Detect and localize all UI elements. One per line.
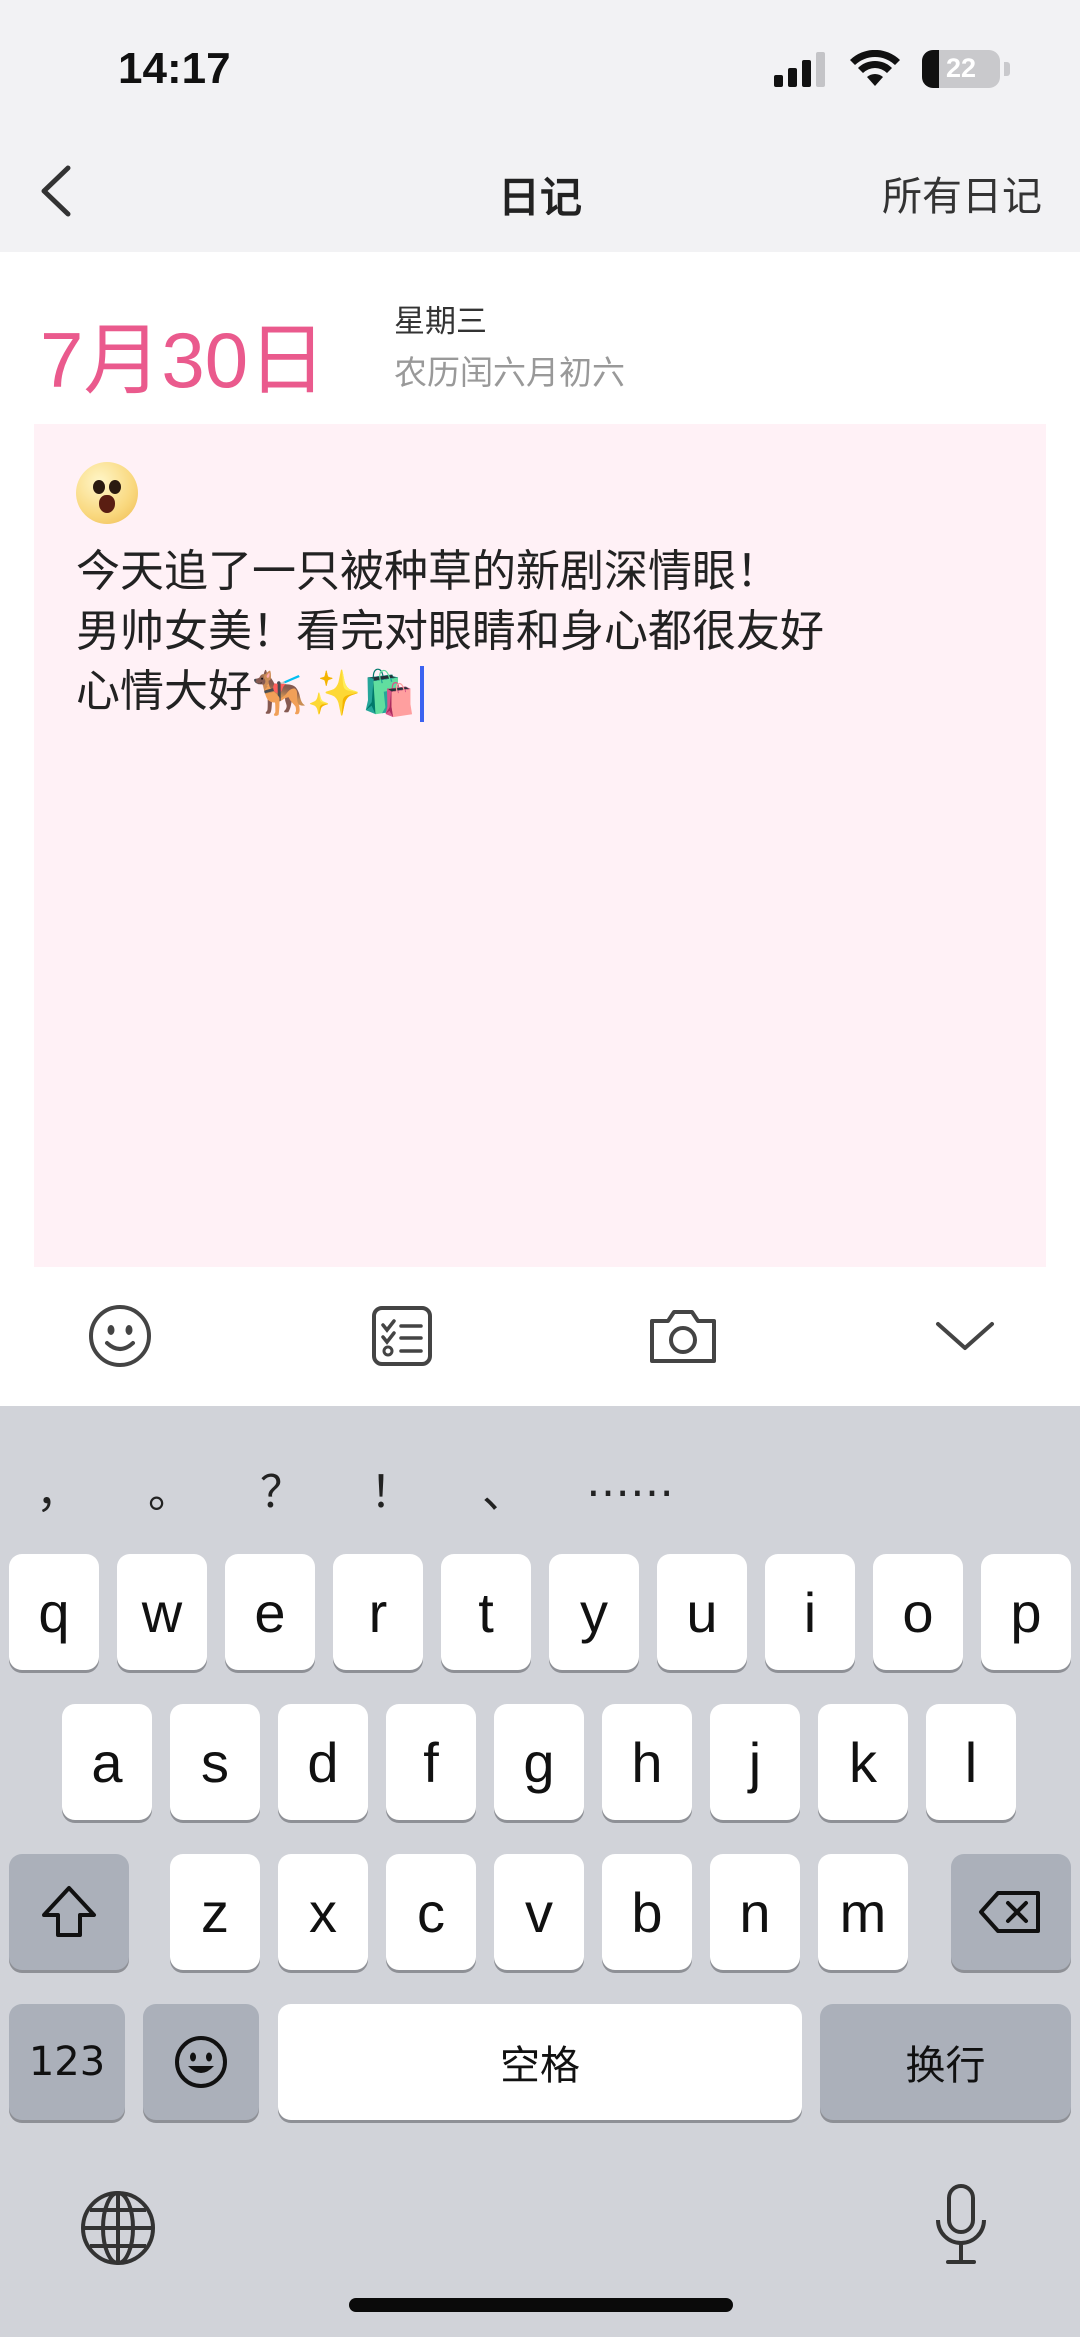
battery-cap [1004, 62, 1010, 76]
globe-button[interactable] [78, 2188, 158, 2268]
key-i[interactable]: i [765, 1554, 855, 1670]
cellular-signal-icon [774, 52, 825, 87]
checklist-button[interactable] [362, 1296, 442, 1376]
punctuation-bar: ， 。 ？ ！ 、 …… [0, 1456, 1080, 1536]
editor-toolbar [0, 1268, 1080, 1406]
keyboard: ， 。 ？ ！ 、 …… q w e r t y u i o p a s d f… [0, 1406, 1080, 2337]
key-n[interactable]: n [710, 1854, 800, 1970]
backspace-icon [979, 1891, 1040, 1933]
punct-comma[interactable]: ， [36, 1456, 80, 1520]
key-v[interactable]: v [494, 1854, 584, 1970]
key-h[interactable]: h [602, 1704, 692, 1820]
punct-question[interactable]: ？ [260, 1456, 304, 1520]
status-icons: 22 [772, 50, 1010, 88]
entry-text[interactable]: 今天追了一只被种草的新剧深情眼！ 男帅女美！看完对眼睛和身心都很友好 心情大好🐕… [76, 542, 1016, 724]
space-key[interactable]: 空格 [278, 2004, 802, 2120]
microphone-icon [936, 2184, 986, 2264]
top-bar: 14:17 22 日记 所有日记 [0, 0, 1080, 252]
mood-surprised-icon[interactable] [76, 462, 138, 524]
diary-entry-editor[interactable]: 今天追了一只被种草的新剧深情眼！ 男帅女美！看完对眼睛和身心都很友好 心情大好🐕… [34, 424, 1046, 1267]
collapse-keyboard-button[interactable] [925, 1296, 1005, 1376]
key-c[interactable]: c [386, 1854, 476, 1970]
key-p[interactable]: p [981, 1554, 1071, 1670]
guide-dog-emoji: 🐕‍🦺 [252, 668, 307, 719]
key-z[interactable]: z [170, 1854, 260, 1970]
key-k[interactable]: k [818, 1704, 908, 1820]
key-d[interactable]: d [278, 1704, 368, 1820]
key-q[interactable]: q [9, 1554, 99, 1670]
key-f[interactable]: f [386, 1704, 476, 1820]
emoji-keyboard-key[interactable] [143, 2004, 259, 2120]
key-t[interactable]: t [441, 1554, 531, 1670]
emoji-icon [89, 1305, 151, 1367]
camera-icon [650, 1310, 716, 1363]
delete-key[interactable] [951, 1854, 1071, 1970]
all-diaries-button[interactable]: 所有日记 [882, 164, 1042, 222]
key-u[interactable]: u [657, 1554, 747, 1670]
numbers-key[interactable]: 123 [9, 2004, 125, 2120]
key-m[interactable]: m [818, 1854, 908, 1970]
entry-line-2: 男帅女美！看完对眼睛和身心都很友好 [76, 606, 824, 657]
emoji-keyboard-icon [175, 2036, 227, 2088]
key-l[interactable]: l [926, 1704, 1016, 1820]
shift-key[interactable] [9, 1854, 129, 1970]
wifi-icon [850, 50, 900, 86]
punct-exclamation[interactable]: ！ [370, 1456, 414, 1520]
key-b[interactable]: b [602, 1854, 692, 1970]
entry-date[interactable]: 7月30日 [40, 298, 326, 410]
dictation-button[interactable] [930, 2182, 992, 2268]
key-w[interactable]: w [117, 1554, 207, 1670]
battery-icon: 22 [922, 50, 1000, 88]
camera-button[interactable] [643, 1296, 723, 1376]
key-s[interactable]: s [170, 1704, 260, 1820]
key-a[interactable]: a [62, 1704, 152, 1820]
checklist-icon [372, 1306, 432, 1366]
key-j[interactable]: j [710, 1704, 800, 1820]
chevron-down-icon [936, 1322, 994, 1350]
lunar-date-label: 农历闰六月初六 [394, 353, 625, 392]
punct-period[interactable]: 。 [148, 1456, 192, 1520]
entry-line-3-text: 心情大好 [76, 666, 252, 717]
sparkles-emoji: ✨ [306, 668, 362, 719]
entry-line-3: 心情大好🐕‍🦺✨🛍️ [76, 662, 1016, 724]
text-cursor [420, 666, 425, 722]
return-key[interactable]: 换行 [820, 2004, 1071, 2120]
entry-line-1: 今天追了一只被种草的新剧深情眼！ [76, 546, 780, 597]
battery-level: 22 [945, 53, 977, 83]
emoji-button[interactable] [80, 1296, 160, 1376]
weekday-label: 星期三 [394, 304, 487, 340]
globe-icon [81, 2191, 155, 2265]
status-time: 14:17 [118, 44, 231, 93]
key-r[interactable]: r [333, 1554, 423, 1670]
punct-enumeration-comma[interactable]: 、 [482, 1456, 526, 1520]
home-indicator[interactable] [349, 2298, 733, 2312]
shopping-bags-emoji: 🛍️ [361, 668, 417, 719]
key-e[interactable]: e [225, 1554, 315, 1670]
punct-ellipsis[interactable]: …… [586, 1456, 674, 1507]
key-o[interactable]: o [873, 1554, 963, 1670]
shift-icon [42, 1886, 96, 1937]
key-g[interactable]: g [494, 1704, 584, 1820]
key-x[interactable]: x [278, 1854, 368, 1970]
key-y[interactable]: y [549, 1554, 639, 1670]
